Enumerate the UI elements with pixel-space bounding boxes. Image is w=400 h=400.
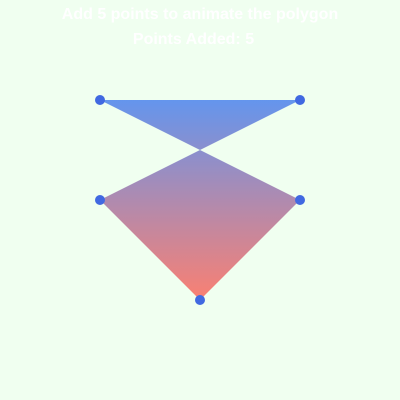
animated-polygon xyxy=(100,100,300,300)
points-counter-value: 5 xyxy=(245,31,255,48)
points-counter-label: Points Added: xyxy=(132,31,241,48)
point-4[interactable] xyxy=(295,195,305,205)
point-3[interactable] xyxy=(95,195,105,205)
point-5[interactable] xyxy=(195,295,205,305)
point-1[interactable] xyxy=(95,95,105,105)
game-stage[interactable]: Add 5 points to animate the polygon Poin… xyxy=(0,0,400,400)
point-2[interactable] xyxy=(295,95,305,105)
points-counter: Points Added: 5 xyxy=(0,31,387,49)
drawing-canvas[interactable] xyxy=(0,0,400,400)
instruction-text: Add 5 points to animate the polygon xyxy=(61,6,339,23)
